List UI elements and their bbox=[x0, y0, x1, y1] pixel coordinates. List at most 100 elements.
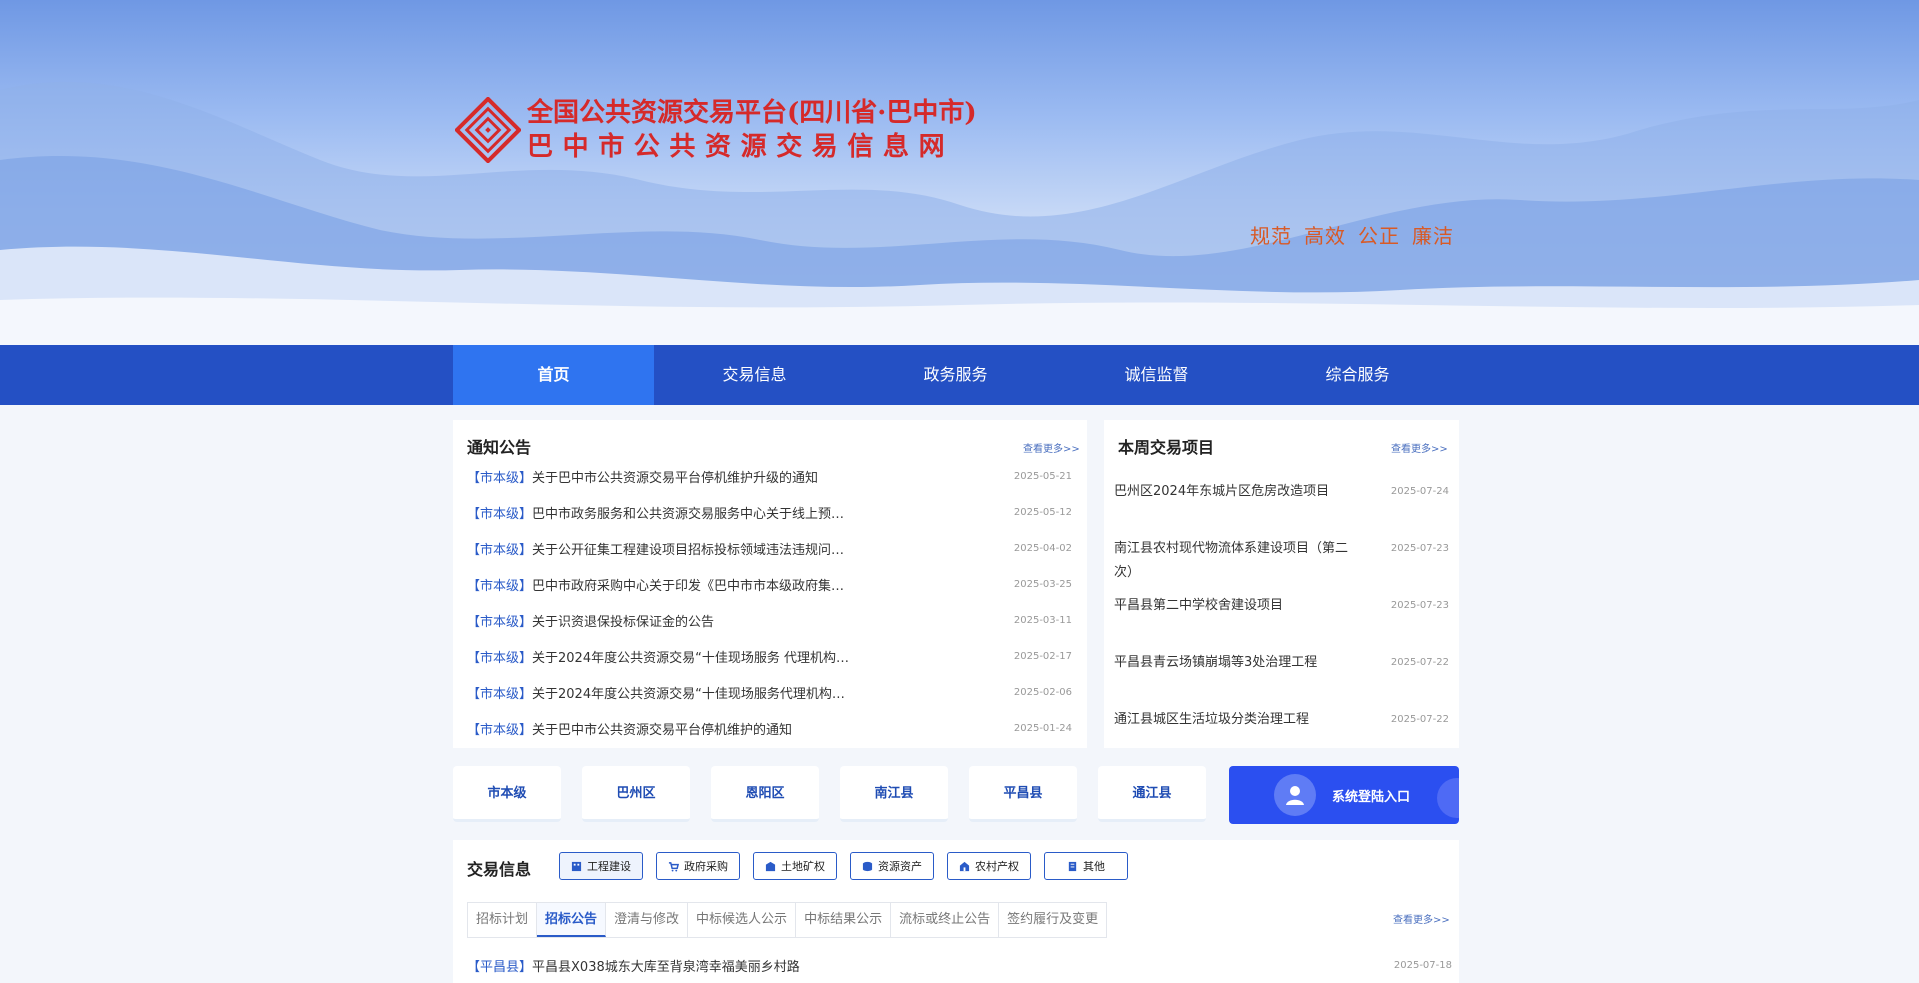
region-city-level[interactable]: 市本级 bbox=[453, 766, 561, 822]
category-rural-property[interactable]: 农村产权 bbox=[947, 852, 1031, 880]
region-buttons: 市本级 巴州区 恩阳区 南江县 平昌县 通江县 bbox=[453, 766, 1227, 822]
subtab-failed-terminated[interactable]: 流标或终止公告 bbox=[891, 903, 1000, 937]
slogan-word: 高效 bbox=[1304, 224, 1346, 248]
notice-tag: 【市本级】 bbox=[467, 542, 533, 558]
category-procurement[interactable]: 政府采购 bbox=[656, 852, 740, 880]
database-icon bbox=[862, 861, 873, 871]
weekly-date: 2025-07-23 bbox=[1390, 543, 1449, 554]
slogan-word: 廉洁 bbox=[1412, 224, 1454, 248]
system-login-label: 系统登陆入口 bbox=[1332, 789, 1411, 805]
trade-item-tag: 【平昌县】 bbox=[467, 960, 533, 975]
notice-tag: 【市本级】 bbox=[467, 686, 533, 702]
document-icon bbox=[1068, 861, 1077, 871]
nav-general-service[interactable]: 综合服务 bbox=[1257, 345, 1458, 405]
nav-government-service[interactable]: 政务服务 bbox=[855, 345, 1056, 405]
subtab-tender-notice[interactable]: 招标公告 bbox=[537, 903, 607, 937]
mountain-backdrop bbox=[0, 81, 1919, 345]
trade-category-tabs: 工程建设 政府采购 土地矿权 资源资产 农村产权 其他 bbox=[559, 852, 1141, 880]
notice-item-title: 关于2024年度公共资源交易“十佳现场服务代理机构… bbox=[532, 686, 845, 702]
category-resource-assets[interactable]: 资源资产 bbox=[850, 852, 934, 880]
region-bazhou[interactable]: 巴州区 bbox=[582, 766, 690, 822]
cart-icon bbox=[668, 861, 679, 872]
weekly-date: 2025-07-24 bbox=[1390, 486, 1449, 497]
notice-list: 【市本级】 关于巴中市公共资源交易平台停机维护升级的通知 2025-05-21 【市… bbox=[467, 458, 1072, 746]
weekly-item[interactable]: 平昌县青云场镇崩塌等3处治理工程 2025-07-22 bbox=[1114, 651, 1449, 708]
notice-tag: 【市本级】 bbox=[467, 578, 533, 594]
notice-item[interactable]: 【市本级】 巴中市政务服务和公共资源交易服务中心关于线上预… 2025-05-12 bbox=[467, 494, 1072, 530]
weekly-item-title: 南江县农村现代物流体系建设项目（第二次） bbox=[1114, 541, 1349, 580]
subtab-candidate-publicity[interactable]: 中标候选人公示 bbox=[688, 903, 797, 937]
system-login-button[interactable]: 系统登陆入口 bbox=[1229, 766, 1459, 824]
notice-item[interactable]: 【市本级】 关于2024年度公共资源交易“十佳现场服务 代理机构… 2025-02-… bbox=[467, 638, 1072, 674]
notice-date: 2025-01-24 bbox=[1013, 722, 1072, 734]
notice-tag: 【市本级】 bbox=[467, 470, 533, 486]
category-other[interactable]: 其他 bbox=[1044, 852, 1128, 880]
subtab-award-result[interactable]: 中标结果公示 bbox=[796, 903, 892, 937]
notice-tag: 【市本级】 bbox=[467, 506, 533, 522]
category-label: 资源资产 bbox=[878, 860, 922, 873]
site-title-line2: 巴中市公共资源交易信息网 bbox=[527, 132, 955, 162]
subtab-contract-change[interactable]: 签约履行及变更 bbox=[999, 903, 1106, 937]
weekly-item[interactable]: 通江县城区生活垃圾分类治理工程 2025-07-22 bbox=[1114, 708, 1449, 765]
notice-date: 2025-05-21 bbox=[1013, 470, 1072, 482]
nav-home[interactable]: 首页 bbox=[453, 345, 654, 405]
weekly-item[interactable]: 巴州区2024年东城片区危房改造项目 2025-07-24 bbox=[1114, 480, 1449, 537]
nav-credit-supervision[interactable]: 诚信监督 bbox=[1056, 345, 1257, 405]
site-logo[interactable]: 全国公共资源交易平台(四川省·巴中市) 巴中市公共资源交易信息网 bbox=[455, 96, 977, 164]
slogan-word: 规范 bbox=[1250, 224, 1292, 248]
weekly-date: 2025-07-23 bbox=[1390, 600, 1449, 611]
region-pingchang[interactable]: 平昌县 bbox=[969, 766, 1077, 822]
category-engineering[interactable]: 工程建设 bbox=[559, 852, 643, 880]
notice-title: 通知公告 bbox=[467, 438, 532, 457]
category-label: 政府采购 bbox=[684, 860, 728, 873]
notice-item[interactable]: 【市本级】 巴中市政府采购中心关于印发《巴中市市本级政府集… 2025-03-25 bbox=[467, 566, 1072, 602]
diamond-logo-icon bbox=[455, 97, 521, 163]
notice-item[interactable]: 【市本级】 关于2024年度公共资源交易“十佳现场服务代理机构… 2025-02-0… bbox=[467, 674, 1072, 710]
notice-panel: 通知公告 查看更多>> 【市本级】 关于巴中市公共资源交易平台停机维护升级的通知 2… bbox=[453, 420, 1087, 748]
notice-item[interactable]: 【市本级】 关于巴中市公共资源交易平台停机维护的通知 2025-01-24 bbox=[467, 710, 1072, 746]
notice-date: 2025-02-06 bbox=[1013, 686, 1072, 698]
user-icon bbox=[1274, 774, 1316, 816]
trade-list-item[interactable]: 【平昌县】 平昌县X038城东大库至背泉湾幸福美丽乡村路 2025-07-18 bbox=[467, 956, 1452, 975]
notice-item-title: 关于巴中市公共资源交易平台停机维护的通知 bbox=[532, 722, 793, 738]
weekly-item-title: 平昌县第二中学校舍建设项目 bbox=[1114, 598, 1284, 613]
nav-trading-info[interactable]: 交易信息 bbox=[654, 345, 855, 405]
weekly-list: 巴州区2024年东城片区危房改造项目 2025-07-24 南江县农村现代物流体系… bbox=[1114, 480, 1449, 765]
notice-item-title: 巴中市政府采购中心关于印发《巴中市市本级政府集… bbox=[532, 578, 845, 594]
notice-item[interactable]: 【市本级】 关于识资退保投标保证金的公告 2025-03-11 bbox=[467, 602, 1072, 638]
trade-title: 交易信息 bbox=[467, 860, 532, 879]
trade-more-link[interactable]: 查看更多>> bbox=[1393, 911, 1450, 926]
notice-tag: 【市本级】 bbox=[467, 722, 533, 738]
weekly-item[interactable]: 平昌县第二中学校舍建设项目 2025-07-23 bbox=[1114, 594, 1449, 651]
weekly-date: 2025-07-22 bbox=[1390, 657, 1449, 668]
trade-item-date: 2025-07-18 bbox=[1393, 960, 1452, 971]
notice-item[interactable]: 【市本级】 关于公开征集工程建设项目招标投标领域违法违规问… 2025-04-02 bbox=[467, 530, 1072, 566]
slogan: 规范 高效 公正 廉洁 bbox=[1250, 220, 1466, 249]
trade-subtabs: 招标计划 招标公告 澄清与修改 中标候选人公示 中标结果公示 流标或终止公告 签… bbox=[467, 902, 1108, 938]
weekly-date: 2025-07-22 bbox=[1390, 714, 1449, 725]
notice-date: 2025-05-12 bbox=[1013, 506, 1072, 518]
main-nav: 首页 交易信息 政务服务 诚信监督 综合服务 bbox=[0, 345, 1919, 405]
category-label: 工程建设 bbox=[587, 860, 631, 873]
trade-info-panel: 交易信息 工程建设 政府采购 土地矿权 资源资产 农村产权 其他 招标计划 招标… bbox=[453, 840, 1459, 983]
region-enyang[interactable]: 恩阳区 bbox=[711, 766, 819, 822]
region-nanjiang[interactable]: 南江县 bbox=[840, 766, 948, 822]
weekly-item[interactable]: 南江县农村现代物流体系建设项目（第二次） 2025-07-23 bbox=[1114, 537, 1449, 594]
notice-date: 2025-03-25 bbox=[1013, 578, 1072, 590]
category-label: 其他 bbox=[1083, 860, 1105, 873]
notice-tag: 【市本级】 bbox=[467, 614, 533, 630]
notice-item-title: 关于巴中市公共资源交易平台停机维护升级的通知 bbox=[532, 470, 819, 486]
building-icon bbox=[571, 861, 582, 871]
site-title-line1: 全国公共资源交易平台(四川省·巴中市) bbox=[527, 98, 977, 128]
notice-item-title: 关于公开征集工程建设项目招标投标领域违法违规问… bbox=[532, 542, 845, 558]
region-tongjiang[interactable]: 通江县 bbox=[1098, 766, 1206, 822]
subtab-tender-plan[interactable]: 招标计划 bbox=[468, 903, 538, 937]
notice-item-title: 巴中市政务服务和公共资源交易服务中心关于线上预… bbox=[532, 506, 845, 522]
subtab-clarification[interactable]: 澄清与修改 bbox=[606, 903, 689, 937]
weekly-more-link[interactable]: 查看更多>> bbox=[1391, 440, 1448, 455]
notice-item[interactable]: 【市本级】 关于巴中市公共资源交易平台停机维护升级的通知 2025-05-21 bbox=[467, 458, 1072, 494]
category-land-mining[interactable]: 土地矿权 bbox=[753, 852, 837, 880]
notice-date: 2025-04-02 bbox=[1013, 542, 1072, 554]
notice-item-title: 关于2024年度公共资源交易“十佳现场服务 代理机构… bbox=[532, 650, 849, 666]
notice-more-link[interactable]: 查看更多>> bbox=[1023, 440, 1080, 455]
